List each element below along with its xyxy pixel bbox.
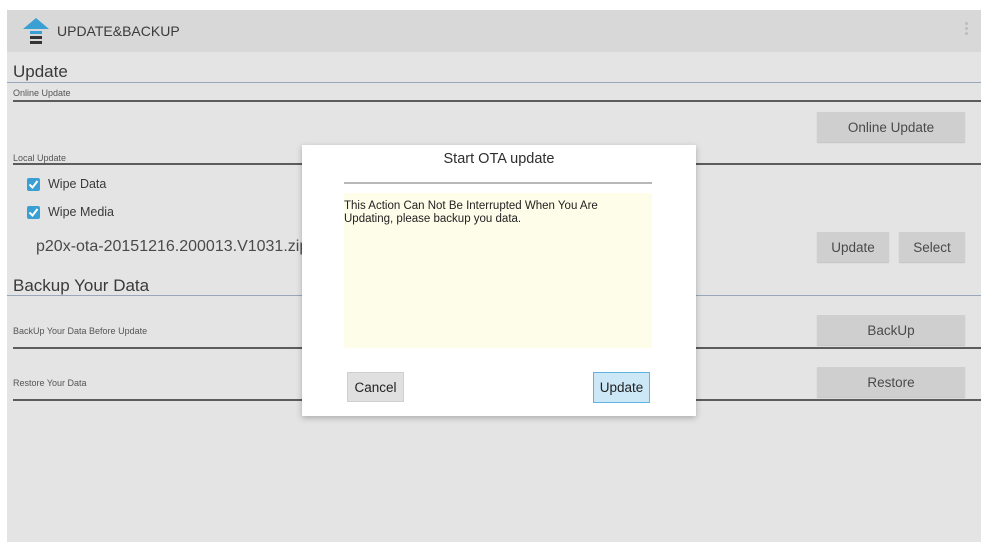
checkmark-icon [28,207,39,217]
app-title: UPDATE&BACKUP [57,23,180,39]
wipe-media-label: Wipe Media [48,205,114,219]
action-bar: UPDATE&BACKUP [7,10,981,52]
ota-update-dialog: Start OTA update This Action Can Not Be … [302,145,696,416]
overflow-menu-icon[interactable] [963,22,969,42]
online-update-divider [13,100,981,102]
restore-button[interactable]: Restore [817,367,965,397]
restore-label: Restore Your Data [13,378,87,388]
backup-heading: Backup Your Data [13,276,150,295]
ota-filename: p20x-ota-20151216.200013.V1031.zip [36,238,309,255]
update-heading: Update [13,62,68,81]
wipe-media-row[interactable]: Wipe Media [27,205,114,219]
backup-label: BackUp Your Data Before Update [13,326,148,336]
select-file-button[interactable]: Select [899,232,965,262]
update-arrow-icon [23,18,49,44]
confirm-update-button[interactable]: Update [593,372,650,403]
update-heading-divider [7,82,981,83]
checkmark-icon [28,179,39,189]
wipe-data-label: Wipe Data [48,177,107,191]
dialog-title-divider [344,182,652,184]
cancel-button[interactable]: Cancel [347,372,404,402]
dialog-title: Start OTA update [443,151,555,167]
local-update-label: Local Update [13,153,67,163]
online-update-button[interactable]: Online Update [817,112,965,142]
wipe-data-checkbox[interactable] [27,177,40,191]
wipe-data-row[interactable]: Wipe Data [27,177,106,191]
online-update-label: Online Update [13,88,71,98]
wipe-media-checkbox[interactable] [27,205,40,219]
backup-button[interactable]: BackUp [817,315,965,345]
dialog-message: This Action Can Not Be Interrupted When … [344,200,598,225]
local-update-button[interactable]: Update [817,232,889,262]
